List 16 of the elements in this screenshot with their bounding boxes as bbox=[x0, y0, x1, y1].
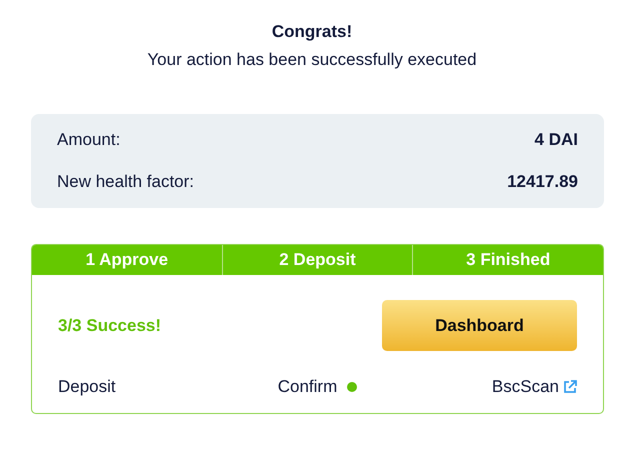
state-label: Confirm bbox=[278, 377, 338, 397]
action-label: Deposit bbox=[58, 377, 117, 397]
detail-value: 12417.89 bbox=[507, 172, 578, 192]
status-dot-icon bbox=[347, 382, 358, 392]
step-header: 2 Deposit bbox=[222, 245, 412, 275]
detail-value: 4 DAI bbox=[534, 130, 578, 150]
detail-label: New health factor: bbox=[57, 172, 194, 192]
status-text: 3/3 Success! bbox=[58, 316, 162, 336]
step-header: 1 Approve bbox=[84, 249, 170, 271]
explorer-link[interactable]: BscScan bbox=[492, 377, 577, 397]
congrats-title: Congrats! bbox=[272, 22, 352, 42]
dashboard-button[interactable]: Dashboard bbox=[382, 300, 577, 351]
success-message: Your action has been successfully executed bbox=[147, 50, 477, 70]
step-header: 3 Finished bbox=[412, 245, 603, 275]
detail-label: Amount: bbox=[57, 130, 120, 150]
external-link-icon bbox=[563, 380, 577, 394]
